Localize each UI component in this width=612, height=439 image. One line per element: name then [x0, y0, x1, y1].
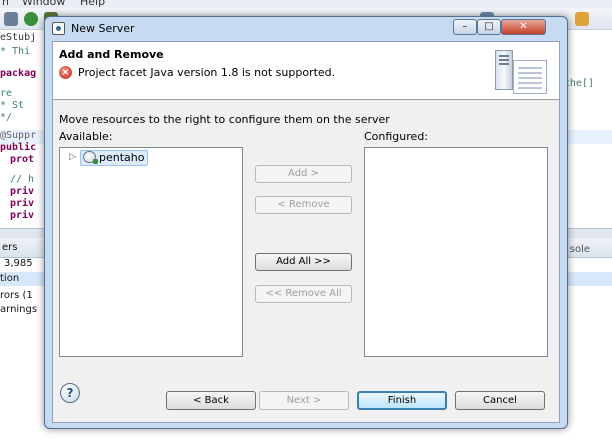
error-icon: × [59, 66, 72, 79]
code-line: eStubj [0, 32, 37, 43]
eclipse-window-icon [52, 22, 65, 35]
menu-item[interactable]: n [2, 0, 9, 8]
server-banner-icon [493, 48, 549, 96]
close-button[interactable]: ✕ [501, 19, 546, 35]
ide-menubar: n Window Help [0, 0, 612, 8]
dialog-title: New Server [71, 22, 135, 35]
code-line: re [0, 88, 13, 99]
code-line: // h [10, 174, 35, 185]
selected-tree-node[interactable]: pentaho [80, 150, 149, 166]
remove-all-button[interactable]: << Remove All [255, 285, 352, 303]
available-list[interactable]: ▷ pentaho [59, 147, 243, 357]
add-all-button[interactable]: Add All >> [255, 253, 352, 271]
back-arrow-icon[interactable] [575, 12, 589, 26]
configured-label: Configured: [364, 130, 429, 143]
code-line: public [0, 142, 37, 153]
back-button[interactable]: < Back [166, 391, 256, 410]
tree-node-label: pentaho [99, 151, 145, 164]
error-message: Project facet Java version 1.8 is not su… [78, 66, 336, 79]
configured-list[interactable] [364, 147, 548, 357]
project-icon [83, 151, 98, 164]
code-fragment: the[] [563, 78, 594, 89]
cancel-button[interactable]: Cancel [455, 391, 545, 410]
code-line: priv [10, 210, 35, 221]
panel-line: 3,985 [4, 258, 33, 269]
remove-button[interactable]: < Remove [255, 196, 352, 214]
code-line: * St [0, 100, 25, 111]
help-icon[interactable]: ? [60, 383, 80, 403]
maximize-button[interactable]: □ [477, 19, 501, 35]
new-server-dialog: New Server – □ ✕ Add and Remove × Projec… [44, 16, 568, 429]
wizard-page-title: Add and Remove [59, 48, 164, 61]
console-tab[interactable]: sole [570, 244, 590, 255]
panel-line[interactable]: rors (1 [0, 290, 33, 301]
minimize-button[interactable]: – [453, 19, 477, 35]
code-line: priv [10, 186, 35, 197]
wizard-header: Add and Remove × Project facet Java vers… [53, 42, 559, 100]
code-line: prot [10, 154, 35, 165]
menu-help[interactable]: Help [80, 0, 105, 8]
next-button[interactable]: Next > [259, 391, 349, 410]
run-icon[interactable] [24, 12, 38, 26]
code-line: packag [0, 68, 37, 79]
available-label: Available: [59, 130, 113, 143]
code-line: @Suppr [0, 130, 37, 141]
panel-tab[interactable]: ers [2, 242, 17, 253]
code-line: priv [10, 198, 35, 209]
dialog-titlebar[interactable]: New Server – □ ✕ [45, 17, 567, 41]
dialog-client-area: Add and Remove × Project facet Java vers… [52, 41, 560, 423]
menu-window[interactable]: Window [22, 0, 65, 8]
code-line: * Thi [0, 46, 31, 57]
expand-arrow-icon[interactable]: ▷ [69, 152, 76, 162]
code-line: */ [0, 112, 13, 123]
toolbar-icon[interactable] [4, 12, 18, 26]
panel-line[interactable]: tion [0, 273, 19, 284]
panel-line[interactable]: arnings [0, 304, 37, 315]
instruction-text: Move resources to the right to configure… [59, 113, 390, 126]
finish-button[interactable]: Finish [357, 391, 447, 410]
add-button[interactable]: Add > [255, 165, 352, 183]
